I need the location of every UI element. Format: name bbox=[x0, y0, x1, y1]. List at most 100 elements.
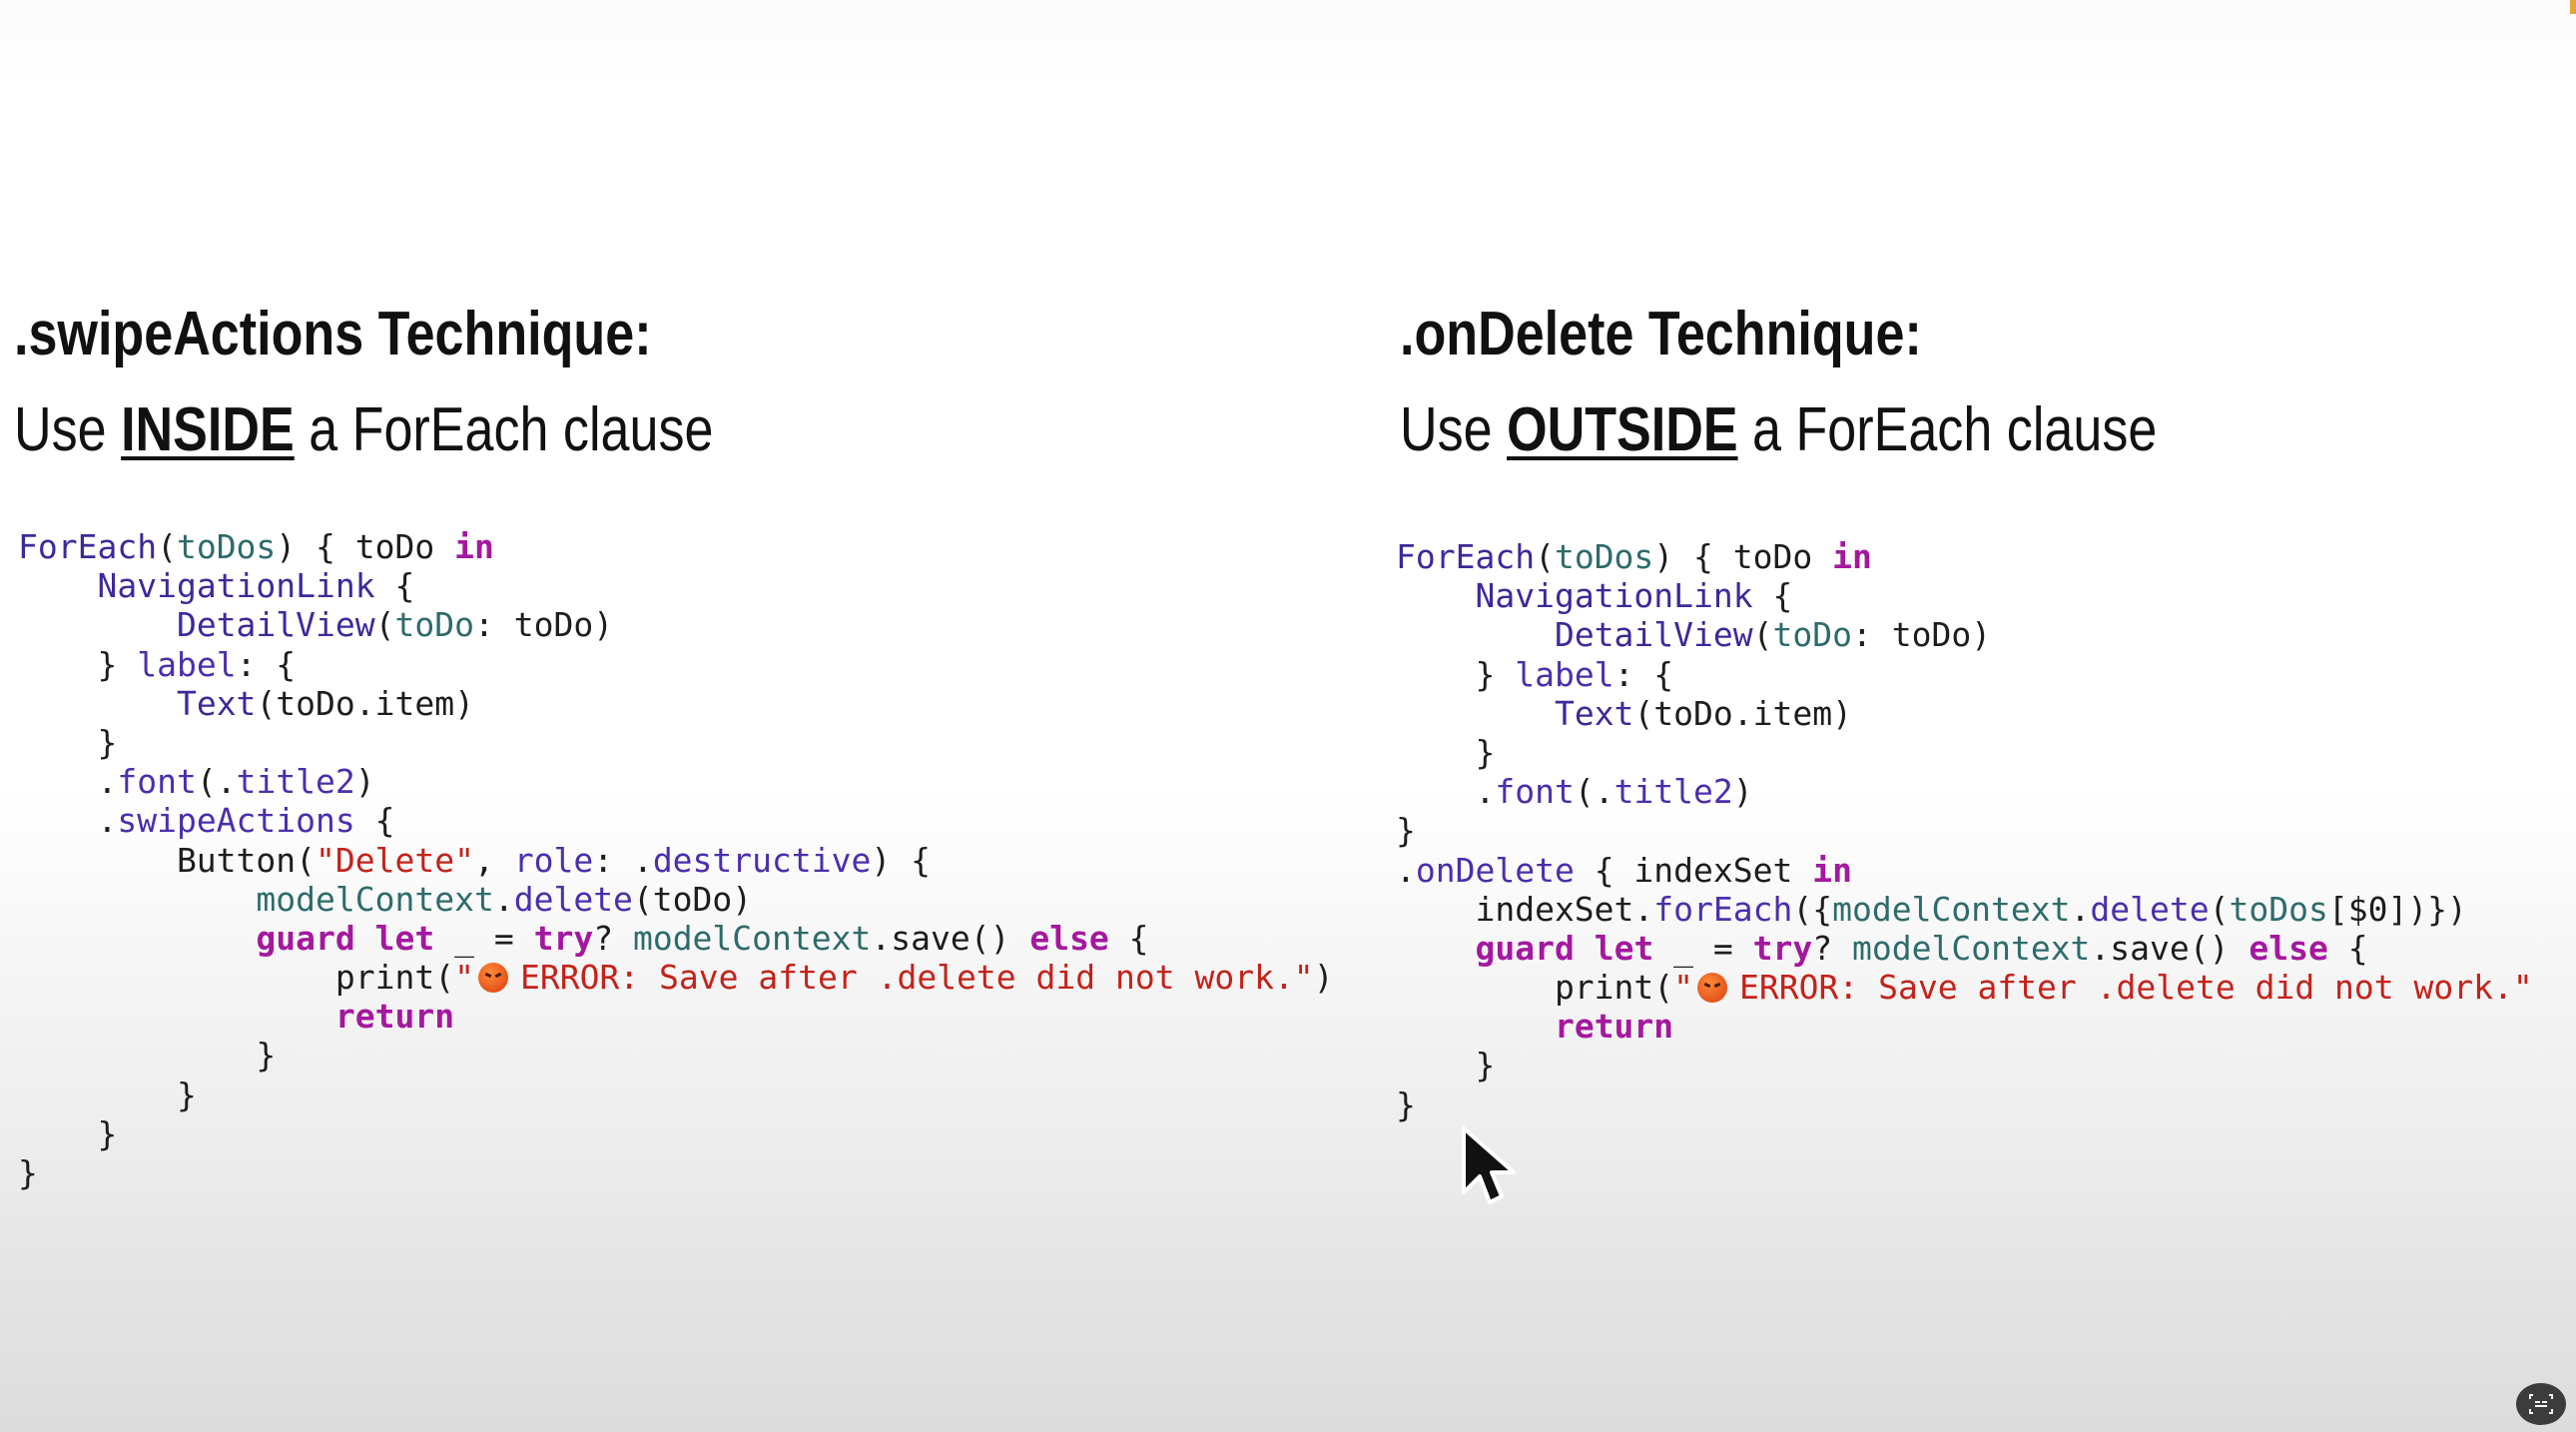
code-token: { bbox=[354, 801, 395, 841]
code-token: } bbox=[1396, 1046, 1496, 1085]
right-subtitle-post: a ForEach clause bbox=[1737, 395, 2158, 464]
code-token: guard bbox=[256, 918, 355, 958]
code-line: } bbox=[18, 1153, 1334, 1192]
code-token: .save() bbox=[2090, 928, 2250, 968]
code-token: ERROR: Save after .delete did not work." bbox=[519, 958, 1314, 998]
code-token: } bbox=[1396, 732, 1496, 772]
code-token: . bbox=[1396, 850, 1416, 890]
code-token: { bbox=[2327, 928, 2368, 968]
code-line: } bbox=[1396, 811, 2533, 850]
code-token: else bbox=[1029, 918, 1109, 958]
code-line: .font(.title2) bbox=[18, 762, 1334, 801]
code-line: return bbox=[1396, 1007, 2533, 1046]
code-token: (toDo.item) bbox=[1633, 693, 1852, 733]
angry-face-icon bbox=[477, 963, 508, 994]
code-token: label bbox=[137, 644, 237, 684]
code-line: } bbox=[18, 1075, 1334, 1114]
code-token: ForEach bbox=[1396, 537, 1536, 576]
code-token: ( bbox=[374, 605, 395, 645]
code-token: . bbox=[18, 801, 118, 841]
right-code-block: ForEach(toDos) { toDo in NavigationLink … bbox=[1396, 537, 2533, 1124]
left-subtitle-emphasis: INSIDE bbox=[121, 395, 295, 464]
code-token: ) { bbox=[871, 840, 931, 880]
code-token: ForEach bbox=[18, 527, 158, 566]
code-token: toDo bbox=[1772, 615, 1852, 655]
code-token: modelContext bbox=[1832, 889, 2071, 929]
code-token: toDos bbox=[176, 527, 277, 566]
code-token: try bbox=[1752, 928, 1813, 968]
code-line: modelContext.delete(toDo) bbox=[18, 880, 1334, 919]
code-token: ( bbox=[157, 527, 177, 566]
code-line: indexSet.forEach({modelContext.delete(to… bbox=[1396, 890, 2533, 929]
code-token: Text bbox=[176, 683, 257, 723]
code-line: print(" ERROR: Save after .delete did not… bbox=[1396, 968, 2533, 1007]
code-token: toDos bbox=[2229, 889, 2328, 929]
code-token: " bbox=[454, 958, 474, 998]
code-token: { bbox=[374, 566, 415, 606]
captions-icon bbox=[2529, 1394, 2553, 1414]
code-token: indexSet. bbox=[1396, 889, 1654, 929]
code-line: } bbox=[1396, 1085, 2533, 1124]
code-token: } bbox=[18, 722, 118, 762]
code-line: .swipeActions { bbox=[18, 801, 1334, 840]
code-token: : { bbox=[1613, 654, 1674, 694]
code-token: font bbox=[117, 762, 197, 802]
code-token: DetailView bbox=[176, 605, 375, 645]
code-line: ForEach(toDos) { toDo in bbox=[18, 527, 1334, 566]
code-line: } label: { bbox=[18, 645, 1334, 684]
code-token: : toDo) bbox=[474, 605, 614, 645]
code-token: .save() bbox=[871, 918, 1030, 958]
code-token: } bbox=[18, 1153, 38, 1192]
code-token: else bbox=[2249, 928, 2328, 968]
code-token: } bbox=[18, 1036, 277, 1075]
code-token: swipeActions bbox=[117, 801, 355, 841]
code-token: Button( bbox=[18, 840, 317, 880]
video-progress-accent bbox=[2570, 0, 2576, 14]
code-token: ( bbox=[1535, 537, 1555, 576]
code-token: . bbox=[18, 762, 118, 802]
code-token: } bbox=[18, 644, 138, 684]
code-token: title2 bbox=[236, 762, 355, 802]
code-token: modelContext bbox=[256, 879, 494, 919]
code-line: DetailView(toDo: toDo) bbox=[1396, 615, 2533, 654]
code-token: ) bbox=[354, 762, 375, 802]
code-token: "Delete" bbox=[316, 840, 474, 880]
code-token: ? bbox=[1812, 928, 1853, 968]
right-subtitle-emphasis: OUTSIDE bbox=[1507, 395, 1738, 464]
code-token: (toDo) bbox=[632, 879, 753, 919]
code-token: onDelete bbox=[1415, 850, 1575, 890]
code-token: let bbox=[1594, 928, 1654, 968]
code-token: } bbox=[1396, 654, 1516, 694]
left-code-block: ForEach(toDos) { toDo in NavigationLink … bbox=[18, 527, 1334, 1192]
code-token: (toDo.item) bbox=[256, 683, 474, 723]
code-line: } label: { bbox=[1396, 655, 2533, 694]
code-line: } bbox=[18, 1114, 1334, 1153]
code-token: return bbox=[1554, 1007, 1674, 1047]
code-token: . bbox=[1396, 772, 1496, 812]
code-token: " bbox=[1673, 968, 1694, 1008]
left-subtitle-post: a ForEach clause bbox=[294, 395, 714, 464]
right-subtitle-pre: Use bbox=[1400, 395, 1508, 464]
captions-button[interactable] bbox=[2516, 1383, 2566, 1425]
code-token: ) bbox=[1732, 772, 1753, 812]
code-token: } bbox=[18, 1074, 197, 1114]
code-token: : { bbox=[236, 644, 297, 684]
code-line: guard let _ = try? modelContext.save() e… bbox=[18, 919, 1334, 958]
code-token: forEach bbox=[1653, 889, 1793, 929]
code-line: NavigationLink { bbox=[18, 566, 1334, 605]
code-line: NavigationLink { bbox=[1396, 576, 2533, 615]
code-token: ? bbox=[593, 918, 633, 958]
code-token: ) { toDo bbox=[276, 527, 455, 566]
code-token: ( bbox=[1752, 615, 1773, 655]
code-token: { bbox=[1108, 918, 1149, 958]
code-token: } bbox=[1396, 811, 1416, 851]
angry-face-icon bbox=[1697, 973, 1728, 1004]
